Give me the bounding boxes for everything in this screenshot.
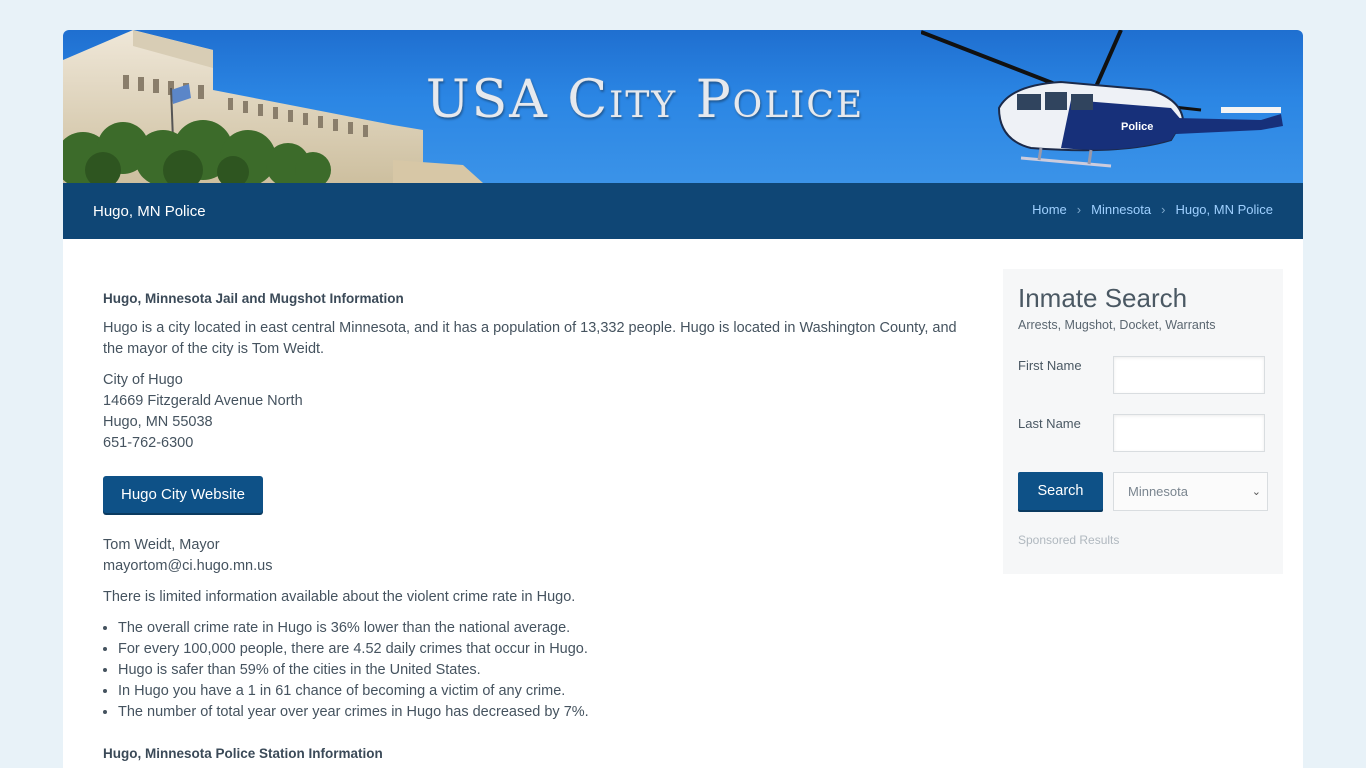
page-container: USA City Police Police Hugo, MN Police H…	[63, 30, 1303, 768]
list-item: In Hugo you have a 1 in 61 chance of bec…	[118, 681, 963, 702]
city-intro-text: Hugo is a city located in east central M…	[103, 320, 957, 357]
phone-number: 651-762-6300	[103, 435, 194, 451]
address-line: City of Hugo	[103, 372, 183, 388]
last-name-input[interactable]	[1113, 414, 1265, 452]
state-select[interactable]: Minnesota ⌄	[1113, 472, 1268, 511]
address-line: Hugo, MN 55038	[103, 414, 213, 430]
search-button[interactable]: Search	[1018, 472, 1103, 510]
inmate-search-panel: Inmate Search Arrests, Mugshot, Docket, …	[1003, 269, 1283, 574]
header-banner: USA City Police Police	[63, 30, 1303, 183]
mayor-name: Tom Weidt, Mayor	[103, 537, 220, 553]
page-title: Hugo, MN Police	[93, 203, 206, 220]
jail-info-heading: Hugo, Minnesota Jail and Mugshot Informa…	[103, 291, 404, 306]
police-station-heading: Hugo, Minnesota Police Station Informati…	[103, 746, 383, 761]
helicopter-police-label: Police	[1121, 121, 1153, 133]
breadcrumb-current[interactable]: Hugo, MN Police	[1175, 202, 1273, 217]
city-website-button[interactable]: Hugo City Website	[103, 476, 263, 513]
police-helicopter-image: Police	[921, 30, 1283, 168]
crime-facts-list: The overall crime rate in Hugo is 36% lo…	[118, 618, 963, 723]
city-address: City of Hugo 14669 Fitzgerald Avenue Nor…	[103, 370, 963, 454]
first-name-input[interactable]	[1113, 356, 1265, 394]
breadcrumb-minnesota[interactable]: Minnesota	[1091, 202, 1151, 217]
mayor-email[interactable]: mayortom@ci.hugo.mn.us	[103, 558, 272, 574]
inmate-search-title: Inmate Search	[1018, 283, 1188, 313]
site-title: USA City Police	[425, 70, 865, 130]
page-title-bar: Hugo, MN Police Home › Minnesota › Hugo,…	[63, 183, 1303, 239]
inmate-search-subtitle: Arrests, Mugshot, Docket, Warrants	[1018, 318, 1216, 332]
chevron-right-icon: ›	[1161, 202, 1166, 217]
mayor-contact: Tom Weidt, Mayor mayortom@ci.hugo.mn.us	[103, 535, 963, 577]
list-item: The overall crime rate in Hugo is 36% lo…	[118, 618, 963, 639]
state-select-value: Minnesota	[1128, 484, 1188, 499]
list-item: The number of total year over year crime…	[118, 702, 963, 723]
sponsored-results-label: Sponsored Results	[1018, 533, 1120, 547]
chevron-down-icon: ⌄	[1251, 486, 1261, 498]
last-name-label: Last Name	[1018, 416, 1081, 431]
chevron-right-icon: ›	[1076, 202, 1082, 217]
address-line: 14669 Fitzgerald Avenue North	[103, 393, 303, 409]
last-name-row: Last Name	[1018, 414, 1265, 452]
list-item: Hugo is safer than 59% of the cities in …	[118, 660, 963, 681]
main-content: Hugo, Minnesota Jail and Mugshot Informa…	[103, 288, 963, 768]
first-name-label: First Name	[1018, 358, 1082, 373]
crime-intro-text: There is limited information available a…	[103, 589, 576, 605]
breadcrumb-home[interactable]: Home	[1032, 202, 1067, 217]
breadcrumb: Home › Minnesota › Hugo, MN Police	[1032, 202, 1273, 217]
list-item: For every 100,000 people, there are 4.52…	[118, 639, 963, 660]
first-name-row: First Name	[1018, 356, 1265, 394]
